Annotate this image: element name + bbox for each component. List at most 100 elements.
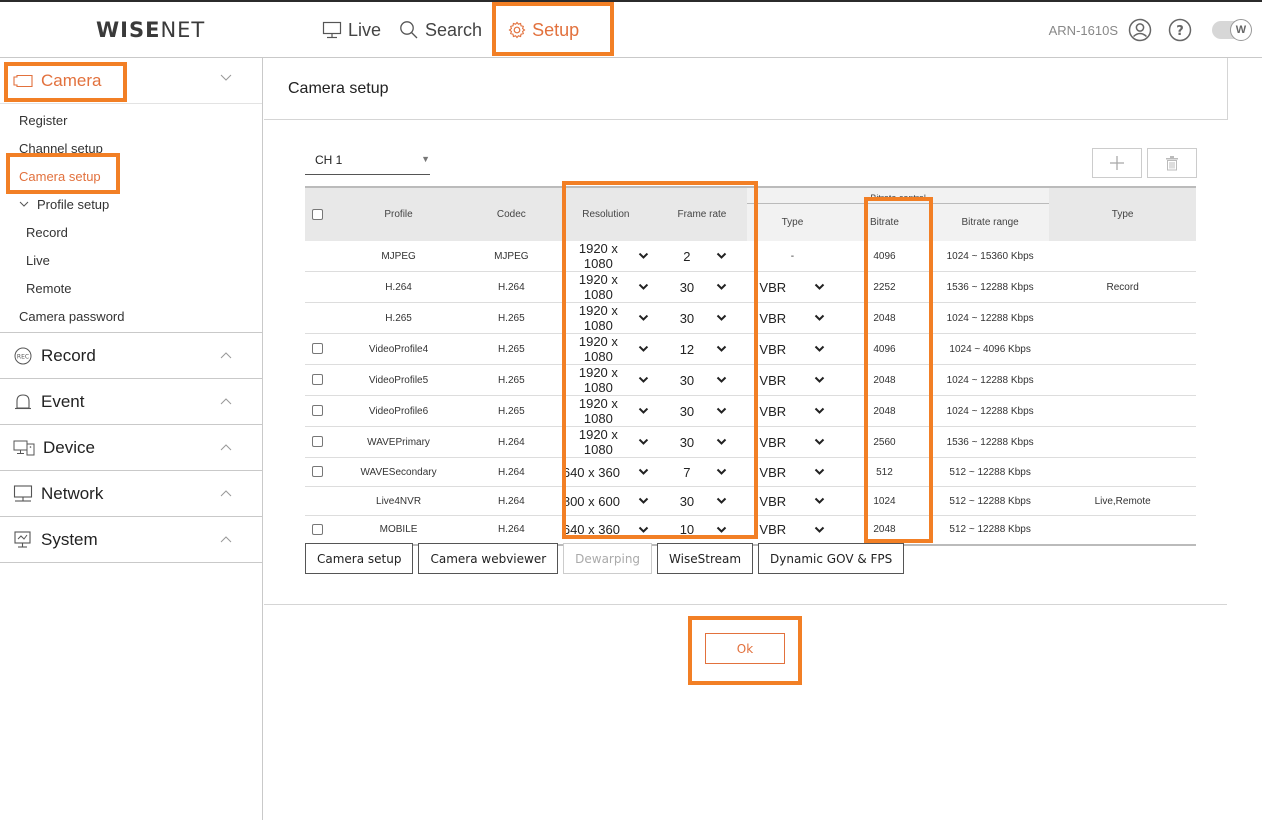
resolution-value: 1920 x 1080 — [578, 272, 618, 302]
resolution-select[interactable]: 640 x 360 — [563, 522, 649, 537]
bc-type-cell: VBR — [746, 457, 838, 487]
sidebar-item-remote[interactable]: Remote — [0, 274, 262, 302]
row-checkbox[interactable] — [311, 466, 323, 478]
resolution-select[interactable]: 800 x 600 — [563, 494, 649, 509]
resolution-value: 800 x 600 — [562, 493, 620, 509]
resolution-value: 1920 x 1080 — [578, 396, 618, 426]
camera-webviewer-button[interactable]: Camera webviewer — [418, 543, 559, 574]
header-type: Type — [1049, 186, 1196, 241]
sidebar-item-record[interactable]: Record — [0, 218, 262, 246]
row-select-cell — [305, 302, 330, 334]
row-checkbox[interactable] — [311, 374, 323, 386]
type-cell — [1049, 302, 1196, 334]
wisenet-toggle[interactable]: W — [1212, 19, 1252, 41]
bitrate-cell: 2560 — [837, 426, 931, 458]
ok-button[interactable]: Ok — [705, 633, 785, 664]
row-checkbox[interactable] — [311, 436, 323, 448]
bitrate-range-cell: 1536 ~ 12288 Kbps — [930, 271, 1050, 303]
sidebar-item-camera-password[interactable]: Camera password — [0, 302, 262, 330]
codec-cell: H.264 — [467, 426, 555, 458]
wisestream-button[interactable]: WiseStream — [657, 543, 754, 574]
help-icon[interactable]: ? — [1168, 18, 1192, 42]
frame-rate-select[interactable]: 10 — [677, 522, 727, 537]
resolution-value: 1920 x 1080 — [578, 241, 618, 271]
table-row: VideoProfile5 H.265 1920 x 1080 30 VBR 2048 10… — [305, 364, 1196, 396]
bc-type-select[interactable]: VBR — [759, 342, 825, 357]
frame-rate-select[interactable]: 30 — [677, 280, 727, 295]
frame-rate-select[interactable]: 30 — [677, 404, 727, 419]
sidebar-section-system[interactable]: System — [0, 517, 262, 563]
resolution-select[interactable]: 1920 x 1080 — [563, 241, 649, 271]
nav-live[interactable]: Live — [322, 20, 381, 41]
nav-search[interactable]: Search — [399, 20, 482, 41]
bc-type-select[interactable]: VBR — [759, 280, 825, 295]
table-row: MJPEG MJPEG 1920 x 1080 2 - 4096 1024 ~ 15360 … — [305, 241, 1196, 272]
bc-type-select[interactable]: VBR — [759, 522, 825, 537]
frame-rate-select[interactable]: 30 — [677, 373, 727, 388]
chevron-down-icon — [716, 283, 727, 290]
sidebar-section-network[interactable]: Network — [0, 471, 262, 517]
codec-cell: H.265 — [467, 333, 555, 365]
bitrate-range-cell: 1024 ~ 12288 Kbps — [930, 364, 1050, 396]
frame-rate-select[interactable]: 30 — [677, 435, 727, 450]
resolution-cell: 1920 x 1080 — [554, 426, 657, 458]
select-all-header — [305, 186, 330, 241]
type-cell: Record — [1049, 271, 1196, 303]
row-checkbox[interactable] — [311, 405, 323, 417]
bc-type-select[interactable]: VBR — [759, 494, 825, 509]
sidebar-section-device[interactable]: Device — [0, 425, 262, 471]
resolution-select[interactable]: 1920 x 1080 — [563, 272, 649, 302]
delete-profile-button[interactable] — [1147, 148, 1197, 178]
frame-rate-value: 12 — [679, 341, 695, 357]
add-profile-button[interactable] — [1092, 148, 1142, 178]
frame-rate-select[interactable]: 30 — [677, 311, 727, 326]
bc-type-select[interactable]: VBR — [759, 373, 825, 388]
bc-type-value: VBR — [759, 310, 787, 326]
resolution-select[interactable]: 1920 x 1080 — [563, 334, 649, 364]
dynamic-gov-fps-button[interactable]: Dynamic GOV & FPS — [758, 543, 905, 574]
frame-rate-select[interactable]: 12 — [677, 342, 727, 357]
profile-setup-label: Profile setup — [37, 196, 110, 212]
sidebar-section-event[interactable]: Event — [0, 379, 262, 425]
monitor-icon — [322, 21, 342, 39]
resolution-select[interactable]: 640 x 360 — [563, 465, 649, 480]
nav-search-label: Search — [425, 19, 483, 40]
bc-type-select[interactable]: VBR — [759, 404, 825, 419]
frame-rate-select[interactable]: 30 — [677, 494, 727, 509]
chevron-up-icon — [220, 536, 232, 543]
resolution-select[interactable]: 1920 x 1080 — [563, 365, 649, 395]
sidebar-section-record[interactable]: REC Record — [0, 333, 262, 379]
resolution-select[interactable]: 1920 x 1080 — [563, 303, 649, 333]
header-bitrate-control: Bitrate control — [746, 186, 1050, 204]
resolution-cell: 640 x 360 — [554, 515, 657, 546]
type-cell: Live,Remote — [1049, 486, 1196, 516]
table-row: WAVESecondary H.264 640 x 360 7 VBR 512 512 ~ … — [305, 457, 1196, 487]
row-checkbox[interactable] — [311, 343, 323, 355]
user-icon[interactable] — [1128, 18, 1152, 42]
bc-type-select[interactable]: VBR — [759, 311, 825, 326]
bc-type-select[interactable]: VBR — [759, 465, 825, 480]
chevron-down-icon — [716, 438, 727, 445]
header-bitrate: Bitrate — [837, 203, 931, 241]
chevron-down-icon — [716, 376, 727, 383]
sidebar-item-register[interactable]: Register — [0, 106, 262, 134]
resolution-select[interactable]: 1920 x 1080 — [563, 396, 649, 426]
frame-rate-select[interactable]: 7 — [677, 465, 727, 480]
setup-highlight — [492, 2, 614, 56]
codec-cell: H.264 — [467, 457, 555, 487]
camera-setup-button[interactable]: Camera setup — [305, 543, 414, 574]
bc-type-select[interactable]: VBR — [759, 435, 825, 450]
resolution-select[interactable]: 1920 x 1080 — [563, 427, 649, 457]
bitrate-cell: 4096 — [837, 241, 931, 272]
sidebar-item-profile-setup[interactable]: Profile setup — [0, 190, 262, 218]
select-all-checkbox[interactable] — [311, 208, 323, 220]
frame-rate-select[interactable]: 2 — [677, 249, 727, 264]
row-checkbox[interactable] — [311, 524, 323, 536]
profile-cell: VideoProfile4 — [329, 333, 468, 365]
sidebar-item-live[interactable]: Live — [0, 246, 262, 274]
camera-setup-highlight — [6, 153, 120, 194]
caret-down-icon: ▼ — [421, 154, 430, 164]
chevron-down-icon — [815, 345, 825, 352]
bitrate-cell: 512 — [837, 457, 931, 487]
channel-select[interactable]: CH 1 ▼ — [305, 153, 430, 175]
